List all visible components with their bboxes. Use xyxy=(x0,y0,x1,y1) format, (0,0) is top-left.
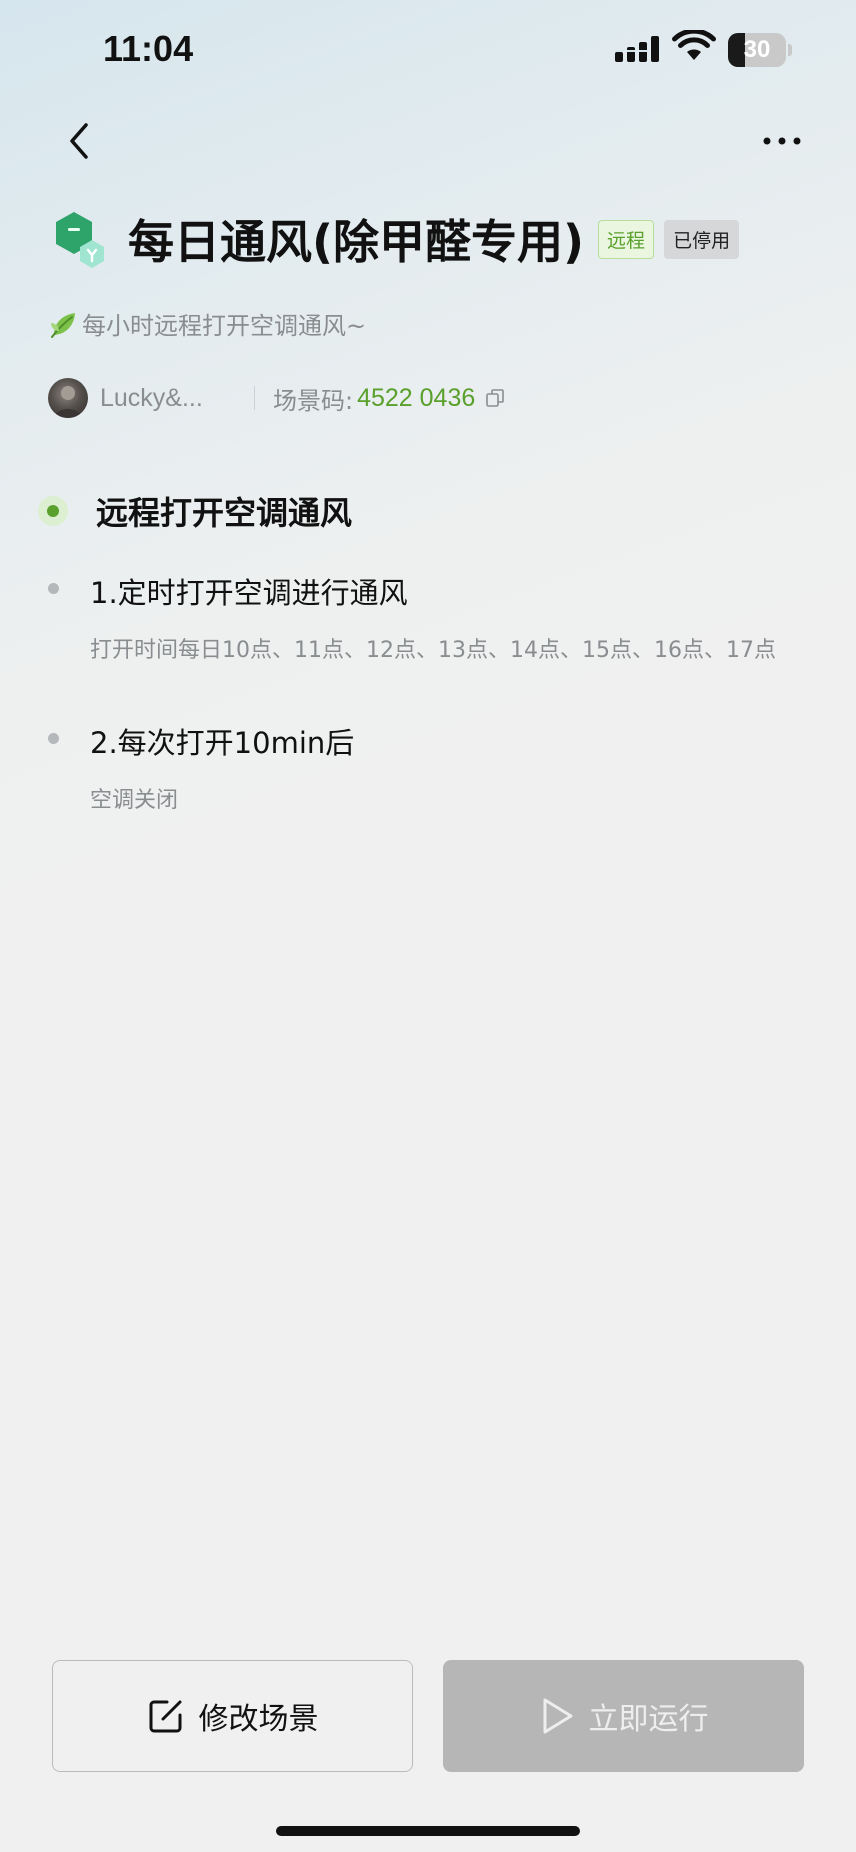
avatar[interactable] xyxy=(48,378,88,418)
section-header: 远程打开空调通风 xyxy=(38,488,352,534)
wifi-icon xyxy=(672,30,716,60)
scene-meta: Lucky&... 场景码: 4522 0436 xyxy=(48,376,505,420)
edit-icon xyxy=(149,1700,181,1733)
status-bar: 11:04 30 xyxy=(0,0,856,100)
more-options-button[interactable] xyxy=(752,114,812,168)
step-bullet-icon xyxy=(48,583,59,594)
scene-title: 每日通风(除甲醛专用) xyxy=(128,215,585,269)
edit-scene-label: 修改场景 xyxy=(198,1702,319,1737)
cellular-signal-icon xyxy=(615,36,659,62)
scene-description-text: 每小时远程打开空调通风~ xyxy=(82,312,367,340)
battery-level: 30 xyxy=(743,36,771,63)
home-indicator xyxy=(276,1826,580,1836)
play-icon xyxy=(543,1698,572,1734)
step-title: 2.每次打开10min后 xyxy=(90,726,355,760)
run-now-label: 立即运行 xyxy=(588,1702,709,1737)
status-badge: 已停用 xyxy=(664,219,740,259)
step-bullet-icon xyxy=(48,733,59,744)
navigation-bar xyxy=(0,100,856,180)
avatar-image xyxy=(54,386,82,418)
scene-cube-icon xyxy=(56,212,104,268)
run-now-button[interactable]: 立即运行 xyxy=(443,1660,804,1772)
scene-description: 每小时远程打开空调通风~ xyxy=(48,306,366,341)
step-description: 空调关闭 xyxy=(90,788,179,813)
scene-header: 每日通风(除甲醛专用) 远程 已停用 xyxy=(52,206,740,272)
leaf-icon xyxy=(51,312,75,338)
bottom-action-bar: 修改场景 立即运行 xyxy=(52,1660,804,1772)
battery-cap xyxy=(788,44,792,56)
section-bullet-icon xyxy=(38,496,68,526)
section-title: 远程打开空调通风 xyxy=(96,494,353,532)
scene-code-label: 场景码: xyxy=(273,386,354,415)
battery-indicator: 30 xyxy=(728,33,792,67)
edit-scene-button[interactable]: 修改场景 xyxy=(52,1660,413,1772)
status-time: 11:04 xyxy=(103,28,194,69)
back-button[interactable] xyxy=(52,114,106,168)
more-horizontal-icon xyxy=(763,137,801,145)
author-name[interactable]: Lucky&... xyxy=(100,384,230,413)
meta-divider xyxy=(254,386,255,410)
scene-code-value: 4522 0436 xyxy=(357,383,476,412)
step-title: 1.定时打开空调进行通风 xyxy=(90,576,408,610)
chevron-left-icon xyxy=(70,123,88,159)
battery-body: 30 xyxy=(728,33,786,67)
copy-icon[interactable] xyxy=(485,388,505,408)
remote-badge: 远程 xyxy=(598,219,655,259)
step-description: 打开时间每日10点、11点、12点、13点、14点、15点、16点、17点 xyxy=(90,638,776,663)
section-bullet-inner xyxy=(47,505,59,517)
